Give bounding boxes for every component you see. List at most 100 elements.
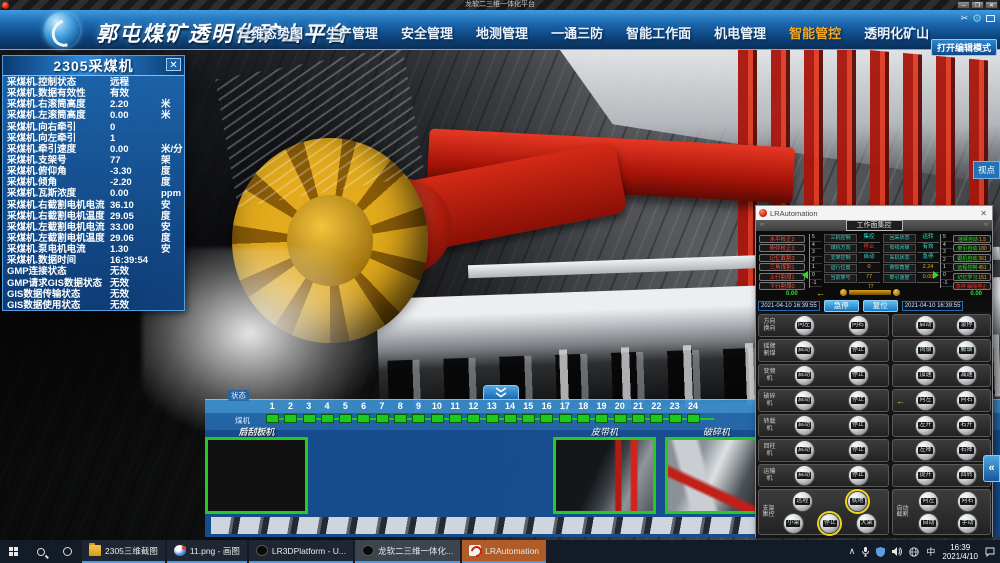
close-button[interactable]: ✕ [985, 1, 998, 9]
edit-mode-button[interactable]: 打开编辑模式 [931, 39, 997, 56]
fullscreen-icon[interactable] [986, 15, 995, 22]
camera-video[interactable] [205, 437, 308, 514]
viewpoint-tab[interactable]: 视点 [973, 161, 1000, 179]
control-button[interactable]: 小架 [783, 513, 804, 534]
camera-video[interactable] [665, 437, 768, 514]
control-button[interactable]: 向左 [918, 491, 939, 512]
control-button[interactable]: 停止 [819, 513, 840, 534]
collapse-panel-button[interactable] [483, 385, 519, 400]
control-button[interactable]: 停止 [848, 415, 869, 436]
defender-shield-icon[interactable] [876, 547, 885, 557]
reset-button[interactable]: 复位 [863, 300, 898, 312]
mode-button[interactable]: 牵引自动180 [953, 244, 991, 252]
speaker-icon[interactable] [892, 547, 902, 556]
control-button[interactable]: 加速 [915, 365, 936, 386]
control-button[interactable]: 向左 [915, 390, 936, 411]
control-button[interactable]: 启动 [915, 315, 936, 336]
mode-button[interactable]: 摇臂自动1.5 [953, 235, 991, 243]
control-button[interactable]: 向右 [957, 491, 978, 512]
control-button[interactable]: 闭锁 [915, 340, 936, 361]
preset-button[interactable]: 三角煤割1 [759, 263, 805, 271]
control-button[interactable]: 停止 [848, 390, 869, 411]
taskbar-app[interactable]: 2305三维截图 [82, 540, 165, 563]
control-button-label: 停止 [851, 422, 865, 429]
control-button[interactable]: 右升 [956, 415, 977, 436]
preset-button[interactable]: 上行割煤1 [759, 273, 805, 281]
control-button[interactable]: 向右 [848, 315, 869, 336]
control-button[interactable]: 提升 [915, 465, 936, 486]
control-button[interactable]: 左升 [915, 415, 936, 436]
control-button[interactable]: 手动 [957, 513, 978, 534]
control-button[interactable]: 回转 [956, 465, 977, 486]
status-table-left: 三机控制 集控 煤机方向 停止 支架控制 自动 运行位置 [824, 234, 880, 283]
control-button[interactable]: 就地 [847, 491, 868, 512]
minimize-button[interactable]: ─ [957, 1, 970, 9]
lr-close-icon[interactable]: ✕ [978, 209, 989, 218]
taskbar-app[interactable]: LRAutomation [462, 540, 546, 563]
ime-indicator[interactable]: 中 [926, 545, 935, 558]
preset-button[interactable]: 记忆截割3 [759, 254, 805, 262]
control-button[interactable]: 启动 [794, 390, 815, 411]
nav-item[interactable]: 生产管理 [326, 23, 378, 42]
mode-button-value: 1.5 [979, 237, 986, 243]
control-button-label: 停止 [851, 472, 865, 479]
nav-item[interactable]: 智能管控 [789, 23, 841, 42]
nav-item[interactable]: 一通三防 [551, 23, 603, 42]
control-button[interactable]: 停止 [848, 365, 869, 386]
control-button[interactable]: 自动 [918, 513, 939, 534]
panel-close-icon[interactable]: ✕ [166, 58, 181, 71]
support-number: 20 [611, 401, 629, 411]
control-button[interactable]: 启动 [794, 440, 815, 461]
control-button[interactable]: 大架 [856, 513, 877, 534]
taskbar-clock[interactable]: 16:39 2021/4/10 [942, 543, 978, 561]
control-button[interactable]: 急停 [956, 315, 977, 336]
control-button[interactable]: 右降 [956, 440, 977, 461]
control-button[interactable]: 左降 [915, 440, 936, 461]
taskbar-app[interactable]: LR3DPlatform - U... [249, 540, 353, 563]
action-center-icon[interactable] [985, 547, 995, 557]
mode-button[interactable]: 跟机自动361 [953, 254, 991, 262]
nav-item[interactable]: 地测管理 [476, 23, 528, 42]
taskbar-app[interactable]: 龙软二三维一体化... [355, 540, 460, 563]
mode-button[interactable]: 远程控制451 [953, 263, 991, 271]
nav-item[interactable]: 机电管理 [714, 23, 766, 42]
task-view-button[interactable] [54, 540, 81, 563]
scroll-right-icon[interactable]: ›› [984, 222, 988, 228]
preset-button[interactable]: 水平校正2 [759, 235, 805, 243]
control-button[interactable]: 停止 [848, 465, 869, 486]
wrench-icon[interactable]: ✂ [961, 13, 969, 24]
control-button[interactable]: 启动 [794, 415, 815, 436]
control-button[interactable]: 解锁 [956, 340, 977, 361]
support-status-indicator [284, 414, 297, 423]
tray-expand-icon[interactable]: ∧ [849, 546, 856, 557]
preset-button[interactable]: 俯仰校正3 [759, 244, 805, 252]
control-button-label: 停止 [823, 520, 837, 527]
control-button[interactable]: 远程 [792, 491, 813, 512]
taskbar-app[interactable]: 11.png - 画图 [167, 540, 247, 563]
control-button[interactable]: 启动 [794, 465, 815, 486]
collapse-sidebar-button[interactable]: « [983, 455, 1000, 482]
control-button[interactable]: 停止 [848, 440, 869, 461]
control-button[interactable]: 启动 [794, 365, 815, 386]
nav-item[interactable]: 安全管理 [401, 23, 453, 42]
camera-video[interactable] [553, 437, 656, 514]
scroll-left-icon[interactable]: ‹‹ [760, 222, 764, 228]
gear-icon[interactable]: ⚙ [972, 12, 982, 25]
microphone-icon[interactable] [862, 547, 869, 557]
mode-button[interactable]: 记忆学习151 [953, 273, 991, 281]
network-globe-icon[interactable] [909, 547, 919, 557]
control-button[interactable]: 启动 [794, 340, 815, 361]
nav-item[interactable]: 三维态势图 [238, 23, 303, 42]
control-button[interactable]: 减速 [956, 365, 977, 386]
control-button[interactable]: 停止 [848, 340, 869, 361]
search-button[interactable] [27, 540, 54, 563]
nav-item[interactable]: 智能工作面 [626, 23, 691, 42]
data-unit [161, 88, 184, 99]
start-button[interactable] [0, 540, 27, 563]
nav-item[interactable]: 透明化矿山 [864, 23, 929, 42]
control-button[interactable]: 向右 [956, 390, 977, 411]
maximize-button[interactable]: ❐ [971, 1, 984, 9]
control-button[interactable]: 向左 [794, 315, 815, 336]
estop-button[interactable]: 急停 [824, 300, 859, 312]
workface-control-tab[interactable]: 工作面集控 [846, 220, 903, 231]
